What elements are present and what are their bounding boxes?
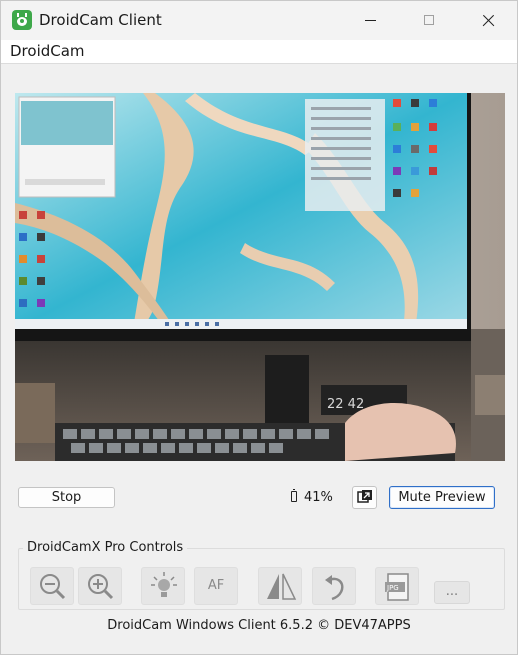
picture-in-picture-icon [357,490,372,503]
zoom-out-button[interactable] [30,567,74,605]
zoom-in-button[interactable] [78,567,122,605]
camera-feed-image: 22 42 [15,93,505,461]
title-bar[interactable]: DroidCam Client [1,1,517,40]
more-options-button[interactable]: ... [434,581,470,604]
mirror-button[interactable] [258,567,302,605]
svg-text:JPG: JPG [386,584,399,592]
droidcam-window: DroidCam Client DroidCam 22 42 Stop 41% … [0,0,518,655]
pro-controls-title: DroidCamX Pro Controls [23,540,188,556]
mirror-flip-icon [267,573,297,600]
flash-button[interactable] [141,567,185,605]
battery-level: 41% [304,490,333,505]
snapshot-button[interactable]: JPG [375,567,419,605]
window-title: DroidCam Client [39,11,162,29]
droidcam-app-icon [12,10,32,30]
menu-bar: DroidCam [1,40,517,64]
autofocus-button[interactable]: AF [194,567,238,605]
footer-version: DroidCam Windows Client 6.5.2 © DEV47APP… [107,618,411,633]
camera-preview: 22 42 [15,93,505,461]
autofocus-label: AF [207,578,225,593]
rotate-button[interactable] [312,567,356,605]
minimize-button[interactable] [348,1,394,40]
zoom-out-icon [40,574,66,600]
svg-text:22 42: 22 42 [327,397,364,412]
jpg-snapshot-icon: JPG [385,573,409,601]
mute-preview-button[interactable]: Mute Preview [389,486,495,509]
stop-button[interactable]: Stop [18,487,115,508]
brightness-icon [151,572,177,597]
close-button[interactable] [464,1,510,40]
menu-item-droidcam[interactable]: DroidCam [10,42,85,60]
picture-in-picture-button[interactable] [352,486,377,509]
zoom-in-icon [88,574,114,600]
maximize-button[interactable] [406,1,452,40]
battery-icon [291,488,297,502]
rotate-icon [325,575,344,601]
